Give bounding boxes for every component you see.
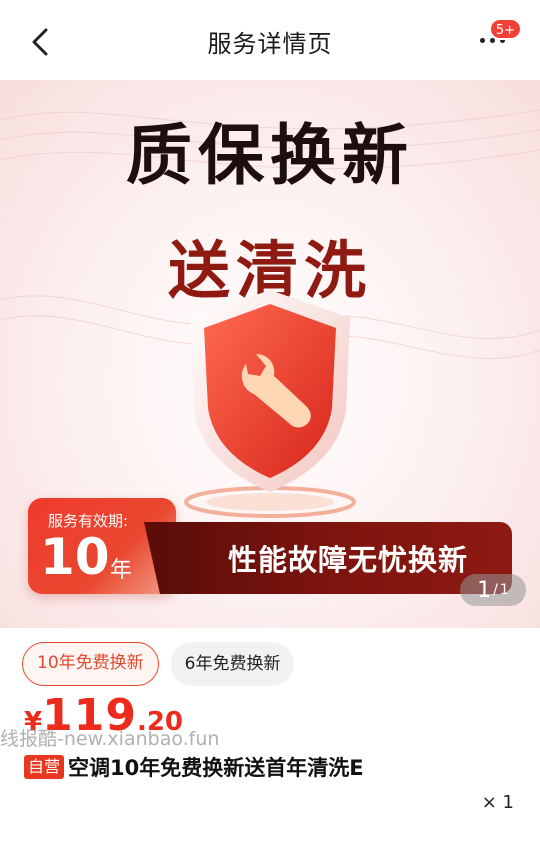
validity-unit: 年	[110, 558, 133, 583]
pager-current: 1	[477, 577, 492, 603]
option-10-year[interactable]: 10年免费换新	[22, 642, 159, 686]
validity-value: 10	[40, 528, 110, 586]
pager-total: 1	[499, 582, 509, 598]
image-pager: 1 / 1	[460, 574, 526, 606]
service-options: 10年免费换新 6年免费换新	[22, 642, 295, 686]
pager-separator: /	[493, 582, 498, 598]
hero-title-line1: 质保换新	[126, 117, 414, 194]
top-nav-bar: 服务详情页 5+	[0, 0, 540, 80]
quantity: × 1	[481, 792, 514, 813]
hero-banner: 质保换新 送清洗 服务有效期: 10 年 性能故障无忧换新 1 / 1	[0, 80, 540, 628]
more-button[interactable]: 5+	[476, 18, 522, 60]
slogan-bar: 性能故障无忧换新	[144, 522, 512, 594]
shield-wrench-icon	[184, 290, 356, 518]
self-operated-tag: 自营	[24, 755, 65, 779]
product-title: 空调10年免费换新送首年清洗E	[68, 756, 364, 780]
product-title-row: 自营 空调10年免费换新送首年清洗E	[24, 752, 364, 782]
option-6-year[interactable]: 6年免费换新	[170, 642, 295, 686]
notification-badge: 5+	[488, 18, 522, 40]
page-title: 服务详情页	[207, 30, 333, 58]
watermark: 线报酷-new.xianbao.fun	[0, 728, 220, 750]
